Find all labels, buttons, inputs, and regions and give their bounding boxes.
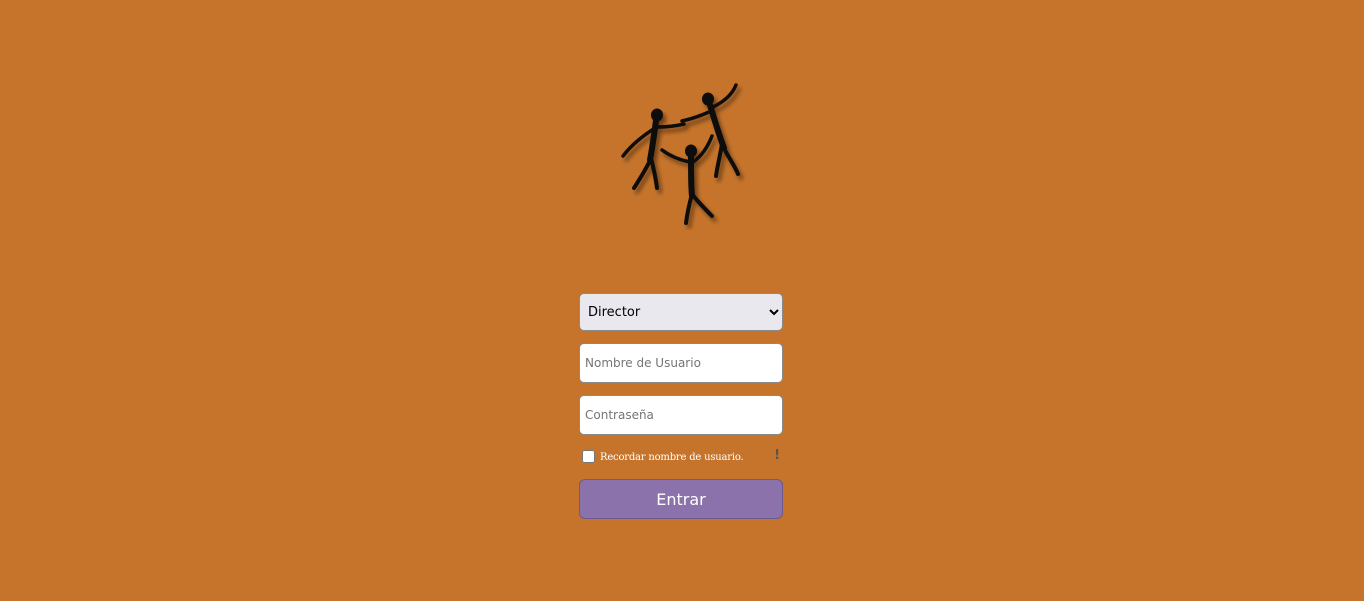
password-input[interactable] — [579, 395, 783, 435]
login-page: Director Recordar nombre de usuario. ! E… — [0, 0, 1364, 601]
dancing-people-icon — [621, 83, 740, 225]
role-select[interactable]: Director — [579, 293, 783, 331]
remember-username-checkbox[interactable] — [582, 450, 595, 463]
alert-icon: ! — [774, 448, 780, 463]
login-button[interactable]: Entrar — [579, 479, 783, 519]
logo — [614, 80, 748, 230]
remember-row: Recordar nombre de usuario. ! — [579, 448, 783, 466]
remember-username-label[interactable]: Recordar nombre de usuario. — [600, 452, 744, 463]
username-input[interactable] — [579, 343, 783, 383]
